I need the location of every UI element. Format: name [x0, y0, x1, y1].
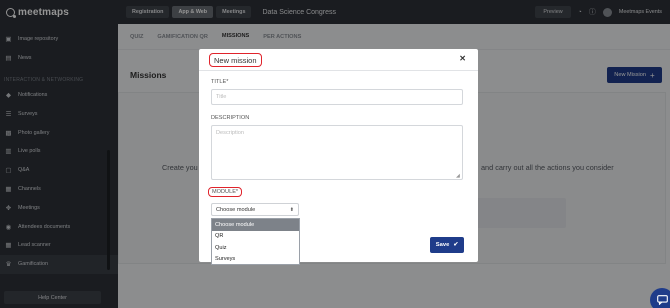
save-label: Save — [435, 242, 450, 248]
description-label: DESCRIPTION — [211, 115, 250, 121]
modal-header: New mission ✕ — [199, 49, 478, 71]
check-icon: ✔ — [453, 242, 459, 248]
module-select[interactable]: Choose module ⬍ — [211, 203, 299, 216]
close-icon[interactable]: ✕ — [459, 54, 466, 63]
save-button[interactable]: Save ✔ — [430, 237, 464, 253]
title-input[interactable] — [211, 89, 463, 105]
resize-grip-icon[interactable]: ◢ — [456, 173, 460, 179]
select-arrows-icon: ⬍ — [289, 206, 294, 213]
module-option-choose[interactable]: Choose module — [212, 219, 299, 231]
module-dropdown-list: Choose module QR Quiz Surveys — [211, 218, 300, 265]
description-input[interactable] — [211, 125, 463, 180]
title-label: TITLE* — [211, 79, 229, 85]
module-option-surveys[interactable]: Surveys — [212, 254, 299, 266]
module-option-qr[interactable]: QR — [212, 231, 299, 243]
chat-widget[interactable] — [650, 288, 670, 308]
modal-title: New mission — [209, 53, 262, 67]
chat-bubble-icon — [656, 295, 668, 305]
module-option-quiz[interactable]: Quiz — [212, 242, 299, 254]
module-label: MODULE* — [208, 187, 243, 197]
module-select-value: Choose module — [216, 206, 256, 213]
